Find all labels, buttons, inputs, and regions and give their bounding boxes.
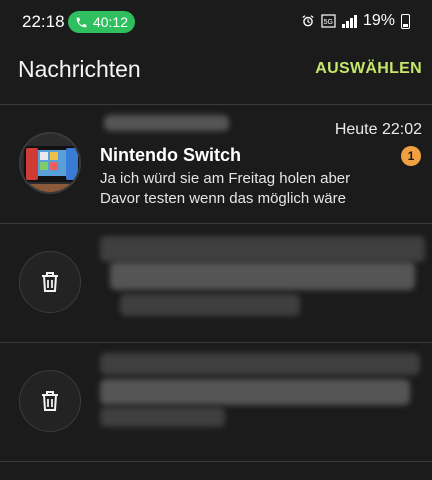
- redacted-text: [100, 353, 420, 375]
- battery-percent: 19%: [362, 12, 395, 29]
- redacted-text: [120, 294, 300, 316]
- deleted-listing-avatar: [19, 370, 81, 432]
- chat-timestamp: Heute 22:02: [334, 121, 422, 138]
- page-title: Nachrichten: [18, 56, 141, 82]
- status-bar: 22:18 40:12 5G 19%: [0, 0, 432, 44]
- trash-icon: [42, 272, 58, 292]
- redacted-text: [100, 407, 225, 427]
- svg-text:5G: 5G: [324, 19, 333, 26]
- signal-strength-icon: [342, 14, 357, 28]
- status-time: 22:18: [22, 12, 65, 31]
- redacted-text: [104, 115, 229, 131]
- battery-icon: [401, 13, 410, 29]
- redacted-text: [110, 262, 415, 290]
- redacted-text: [100, 379, 410, 405]
- unread-count-badge: 1: [401, 146, 421, 166]
- select-button[interactable]: AUSWÄHLEN: [315, 60, 422, 78]
- divider: [0, 461, 432, 462]
- ongoing-call-pill[interactable]: 40:12: [68, 11, 135, 33]
- trash-icon: [42, 391, 58, 411]
- app-bar: Nachrichten AUSWÄHLEN: [0, 44, 432, 102]
- network-5g-icon: 5G: [321, 14, 337, 28]
- chat-list-item[interactable]: Heute 22:02 Nintendo Switch 1 Ja ich wür…: [0, 105, 432, 223]
- phone-icon: [76, 17, 87, 27]
- alarm-icon: [302, 15, 315, 27]
- chat-list-item[interactable]: [0, 224, 432, 342]
- chat-message-preview: Ja ich würd sie am Freitag holen aber Da…: [100, 170, 351, 207]
- status-icons: 5G 19%: [301, 12, 410, 30]
- chat-list-item[interactable]: [0, 343, 432, 461]
- call-timer: 40:12: [92, 14, 129, 30]
- redacted-text: [100, 236, 425, 262]
- nintendo-switch-photo: [21, 134, 79, 192]
- product-photo-avatar: [19, 132, 81, 194]
- deleted-listing-avatar: [19, 251, 81, 313]
- chat-title: Nintendo Switch: [100, 145, 241, 165]
